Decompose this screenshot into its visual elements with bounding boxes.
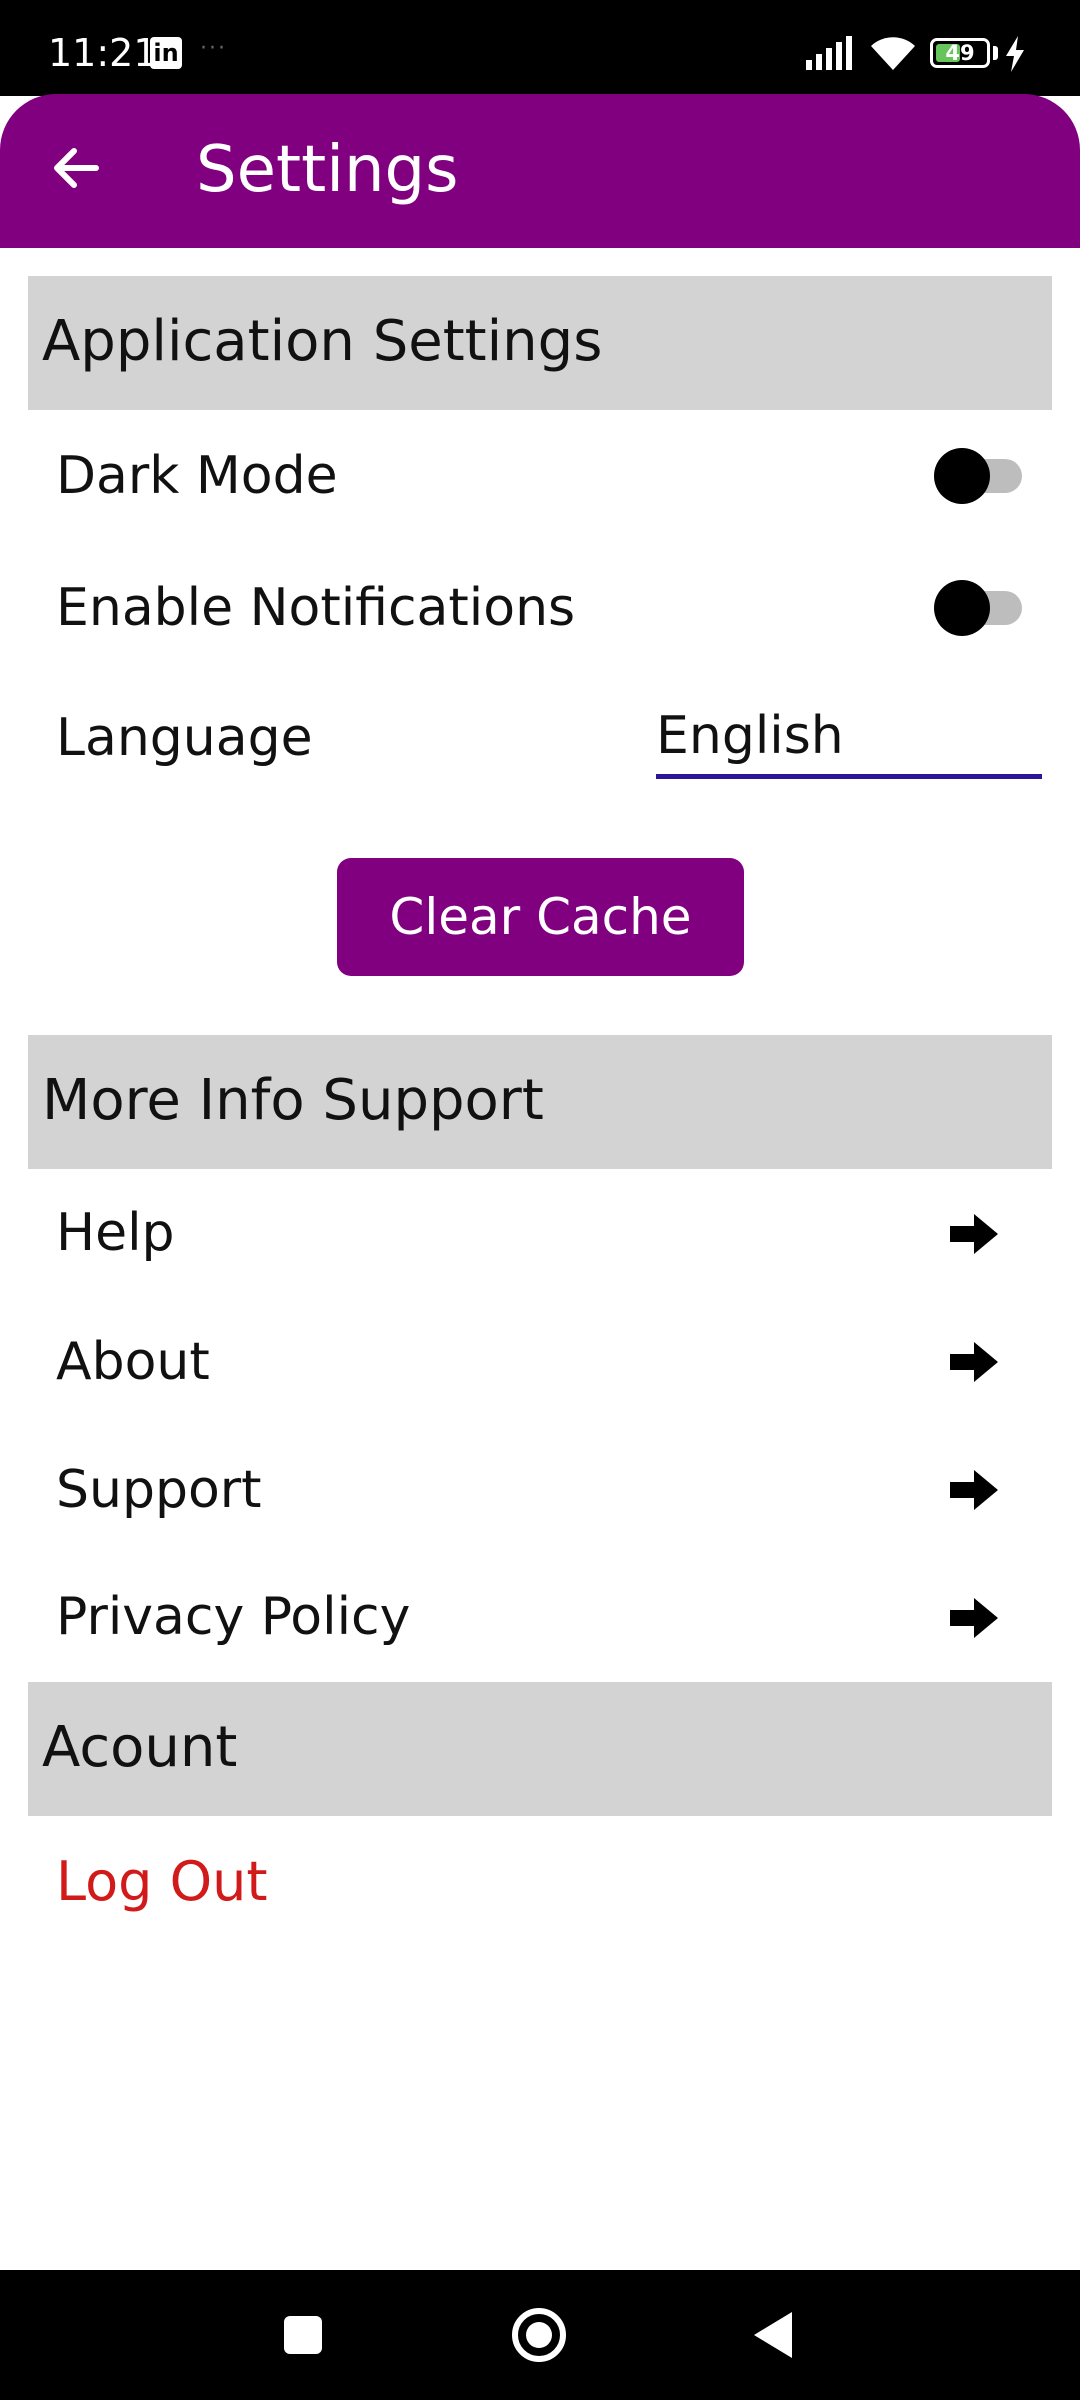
list-item-label: Help (56, 1203, 175, 1263)
section-header-more-info: More Info Support (28, 1035, 1052, 1169)
arrow-right-icon (950, 1598, 998, 1638)
list-item-label: Privacy Policy (56, 1587, 411, 1647)
nav-back-icon[interactable] (752, 2310, 794, 2360)
toggle-knob (934, 580, 990, 636)
language-label: Language (56, 708, 313, 768)
wifi-icon (871, 37, 915, 70)
language-select[interactable]: English (656, 698, 1042, 782)
section-title: Acount (42, 1715, 238, 1780)
enable-notifications-label: Enable Notifications (56, 578, 576, 638)
list-item-label: Support (56, 1460, 262, 1520)
dark-mode-label: Dark Mode (56, 446, 338, 506)
battery-icon: 49 (930, 38, 990, 68)
language-underline (656, 774, 1042, 779)
home-icon[interactable] (510, 2306, 568, 2364)
arrow-right-icon (950, 1214, 998, 1254)
list-item-label: About (56, 1332, 210, 1392)
signal-icon (806, 36, 852, 70)
page-title: Settings (196, 133, 459, 207)
status-time: 11:21 (48, 31, 158, 75)
charging-bolt-icon (1006, 36, 1024, 72)
recent-apps-icon[interactable] (284, 2316, 322, 2354)
arrow-right-icon (950, 1342, 998, 1382)
battery-level: 49 (945, 41, 975, 65)
app-bar: Settings (0, 94, 1080, 248)
back-arrow-icon[interactable] (46, 138, 106, 198)
more-notifications-icon: ··· (200, 36, 227, 61)
toggle-knob (934, 448, 990, 504)
system-nav-bar (0, 2270, 1080, 2400)
section-title: Application Settings (42, 309, 603, 374)
linkedin-notification-icon: in (150, 37, 182, 69)
language-value: English (656, 706, 844, 766)
section-header-application: Application Settings (28, 276, 1052, 410)
clear-cache-button[interactable]: Clear Cache (337, 858, 744, 976)
dark-mode-toggle[interactable] (934, 446, 1022, 506)
log-out-button[interactable]: Log Out (56, 1849, 268, 1915)
section-header-account: Acount (28, 1682, 1052, 1816)
battery-cap (993, 46, 998, 60)
section-title: More Info Support (42, 1068, 544, 1133)
notifications-toggle[interactable] (934, 578, 1022, 638)
arrow-right-icon (950, 1470, 998, 1510)
settings-screen: 11:21 in ··· 49 Settings Application Set… (0, 0, 1080, 2400)
status-bar: 11:21 in ··· 49 (0, 0, 1080, 96)
